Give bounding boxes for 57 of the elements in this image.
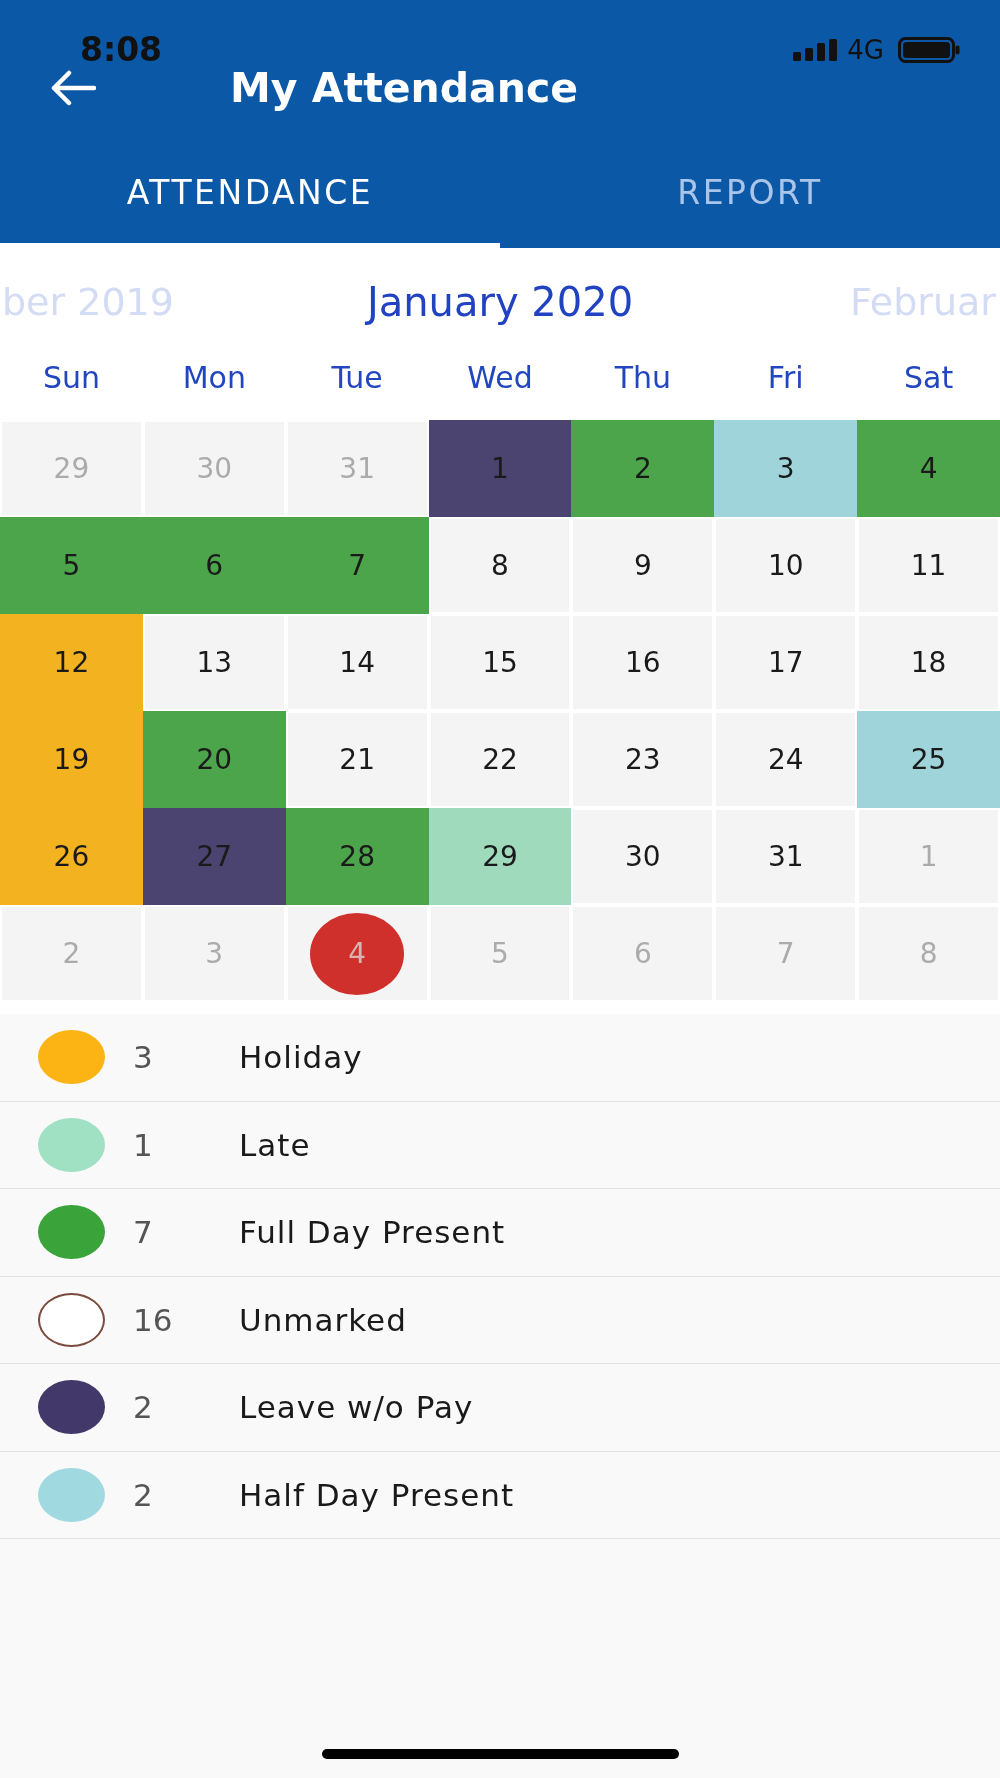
tab[interactable]: REPORT xyxy=(500,136,1000,248)
legend-count: 2 xyxy=(133,1475,154,1514)
calendar-day[interactable]: 8 xyxy=(428,517,572,614)
network-type: 4G xyxy=(847,35,884,65)
calendar-day[interactable]: 12 xyxy=(0,614,143,711)
back-button[interactable] xyxy=(50,70,96,106)
calendar-day[interactable]: 22 xyxy=(428,711,572,808)
calendar-day[interactable]: 29 xyxy=(428,808,572,905)
calendar-day[interactable]: 5 xyxy=(0,517,143,614)
signal-icon xyxy=(793,39,840,61)
weekday-label: Wed xyxy=(467,359,533,397)
calendar-day[interactable]: 21 xyxy=(285,711,429,808)
calendar-day[interactable]: 6 xyxy=(142,517,286,614)
calendar-day[interactable]: 13 xyxy=(142,614,286,711)
back-arrow-icon xyxy=(50,70,96,106)
legend-label: Late xyxy=(239,1125,311,1164)
calendar-day[interactable]: 26 xyxy=(0,808,143,905)
legend-count: 1 xyxy=(133,1125,154,1164)
weekday-label: Tue xyxy=(331,359,383,397)
weekday-label: Sat xyxy=(903,359,954,397)
calendar-day[interactable]: 17 xyxy=(714,614,858,711)
calendar-day[interactable]: 19 xyxy=(0,711,143,808)
calendar-day[interactable]: 15 xyxy=(428,614,572,711)
legend-count: 16 xyxy=(133,1300,174,1339)
calendar-day[interactable]: 11 xyxy=(857,517,1000,614)
weekday-label: Fri xyxy=(767,359,804,397)
calendar-day[interactable]: 3 xyxy=(714,420,858,517)
weekday-label: Mon xyxy=(182,359,246,397)
calendar-day[interactable]: 24 xyxy=(714,711,858,808)
calendar-day[interactable]: 20 xyxy=(142,711,286,808)
legend-count: 7 xyxy=(133,1213,154,1252)
calendar-day[interactable]: 23 xyxy=(571,711,715,808)
calendar-day[interactable]: 2 xyxy=(571,420,715,517)
weekday-label: Sun xyxy=(42,359,100,397)
legend-label: Holiday xyxy=(239,1038,363,1077)
weekday-label: Thu xyxy=(614,359,672,397)
calendar-day[interactable]: 25 xyxy=(857,711,1000,808)
legend-label: Half Day Present xyxy=(239,1475,515,1514)
calendar-day[interactable]: 28 xyxy=(285,808,429,905)
calendar-day[interactable]: 7 xyxy=(285,517,429,614)
battery-icon xyxy=(898,37,960,63)
legend-count: 3 xyxy=(133,1038,154,1077)
calendar-day[interactable]: 30 xyxy=(571,808,715,905)
calendar-day[interactable]: 31 xyxy=(714,808,858,905)
calendar-day[interactable]: 4 xyxy=(857,420,1000,517)
legend-count: 2 xyxy=(133,1388,154,1427)
calendar-day[interactable]: 10 xyxy=(714,517,858,614)
status-time: 8:08 xyxy=(80,32,163,68)
current-month-title: January 2020 xyxy=(366,279,634,325)
screen-title: My Attendance xyxy=(230,64,579,112)
legend-label: Unmarked xyxy=(239,1300,407,1339)
calendar-day[interactable]: 18 xyxy=(857,614,1000,711)
calendar-day[interactable]: 9 xyxy=(571,517,715,614)
legend-label: Full Day Present xyxy=(239,1213,506,1252)
calendar-day[interactable]: 16 xyxy=(571,614,715,711)
calendar-day[interactable]: 14 xyxy=(285,614,429,711)
legend-label: Leave w/o Pay xyxy=(239,1388,474,1427)
